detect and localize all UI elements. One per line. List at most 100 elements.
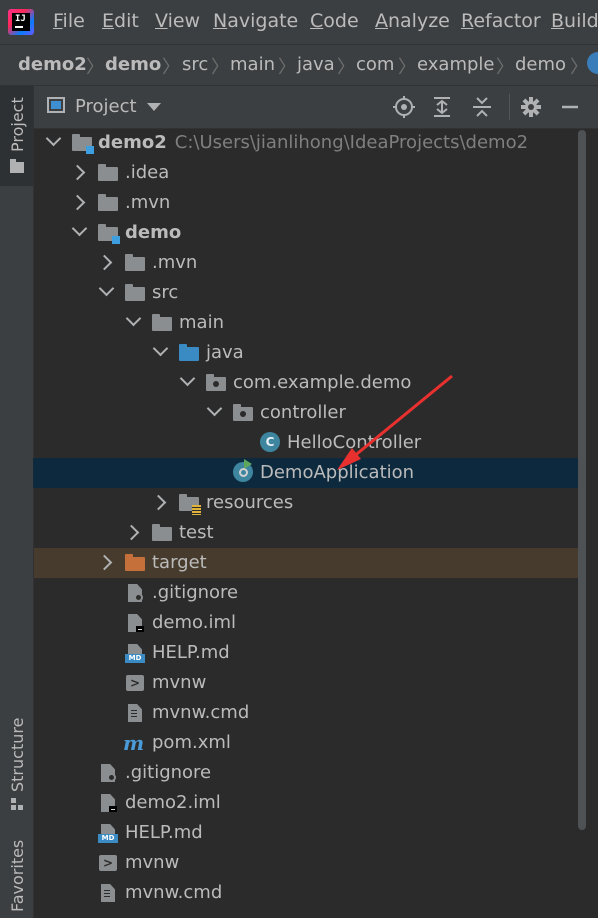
tree-row[interactable]: demo2.iml bbox=[34, 788, 586, 818]
tree-label: target bbox=[152, 552, 207, 573]
tree-row[interactable]: .idea bbox=[34, 158, 586, 188]
structure-icon bbox=[11, 798, 23, 810]
maven-icon: m bbox=[123, 731, 145, 755]
chevron-down-icon[interactable] bbox=[147, 103, 161, 111]
source-folder-icon bbox=[179, 344, 199, 362]
settings-icon[interactable] bbox=[519, 95, 543, 119]
tree-row[interactable]: > mvnw bbox=[34, 848, 586, 878]
tree-row[interactable]: mvnw.cmd bbox=[34, 698, 586, 728]
breadcrumb-separator: 〉 bbox=[570, 57, 588, 78]
tree-label: test bbox=[179, 522, 214, 543]
menu-refactor[interactable]: Refactor bbox=[461, 10, 541, 32]
text-file-icon bbox=[98, 884, 118, 902]
menu-file[interactable]: File bbox=[53, 10, 85, 32]
package-icon bbox=[233, 404, 253, 422]
excluded-folder-icon bbox=[125, 554, 145, 572]
tree-label: demo2 C:\Users\jianlihong\IdeaProjects\de… bbox=[98, 132, 529, 153]
tree-row[interactable]: controller bbox=[34, 398, 586, 428]
iml-file-icon bbox=[98, 794, 118, 812]
tree-row[interactable]: m pom.xml bbox=[34, 728, 586, 758]
breadcrumb-main[interactable]: main bbox=[230, 54, 275, 75]
menu-code[interactable]: Code bbox=[310, 10, 359, 32]
breadcrumb: demo2 〉 demo 〉 src 〉 main 〉 java 〉 com 〉… bbox=[0, 44, 598, 86]
project-path: C:\Users\jianlihong\IdeaProjects\demo2 bbox=[174, 132, 529, 153]
breadcrumb-demo[interactable]: demo bbox=[105, 54, 161, 75]
menu-build[interactable]: Build bbox=[551, 10, 598, 32]
tree-label: demo.iml bbox=[152, 612, 236, 633]
folder-icon bbox=[98, 164, 118, 182]
shell-script-icon: > bbox=[125, 674, 145, 692]
tree-row[interactable]: demo.iml bbox=[34, 608, 586, 638]
tree-label: java bbox=[206, 342, 244, 363]
tree-row-root[interactable]: demo2 C:\Users\jianlihong\IdeaProjects\de… bbox=[34, 128, 586, 158]
menu-edit[interactable]: Edit bbox=[102, 10, 139, 32]
breadcrumb-java[interactable]: java bbox=[297, 54, 335, 75]
tree-row-selected[interactable]: DemoApplication bbox=[33, 458, 586, 488]
expand-all-icon[interactable] bbox=[430, 95, 454, 119]
breadcrumb-demo-package[interactable]: demo bbox=[515, 54, 566, 75]
breadcrumb-separator: 〉 bbox=[278, 57, 296, 78]
favorites-tab-label[interactable]: Favorites bbox=[8, 840, 27, 912]
tree-row[interactable]: mvnw.cmd bbox=[34, 878, 586, 908]
tree-label: controller bbox=[260, 402, 346, 423]
tree-label: demo bbox=[125, 222, 182, 243]
tree-row[interactable]: com.example.demo bbox=[34, 368, 586, 398]
tree-row[interactable]: java bbox=[34, 338, 586, 368]
project-view-icon bbox=[47, 97, 65, 113]
tree-row[interactable]: resources bbox=[34, 488, 586, 518]
tree-row[interactable]: .gitignore bbox=[34, 578, 586, 608]
tree-label: mvnw bbox=[125, 852, 180, 873]
tree-row-excluded[interactable]: target bbox=[34, 548, 586, 578]
tree-row[interactable]: MD HELP.md bbox=[34, 818, 586, 848]
breadcrumb-com[interactable]: com bbox=[356, 54, 394, 75]
collapse-all-icon[interactable] bbox=[470, 95, 494, 119]
minimize-icon[interactable] bbox=[558, 95, 582, 119]
markdown-file-icon: MD bbox=[98, 824, 118, 843]
module-folder-icon bbox=[98, 224, 120, 244]
menu-analyze[interactable]: Analyze bbox=[375, 10, 450, 32]
menu-view[interactable]: View bbox=[155, 10, 200, 32]
breadcrumb-demo2[interactable]: demo2 bbox=[18, 54, 87, 75]
tree-row[interactable]: src bbox=[34, 278, 586, 308]
tree-label: DemoApplication bbox=[260, 462, 415, 483]
breadcrumb-separator: 〉 bbox=[162, 57, 180, 78]
project-tab-label[interactable]: Project bbox=[8, 97, 27, 152]
tree-label: mvnw bbox=[152, 672, 207, 693]
breadcrumb-example[interactable]: example bbox=[417, 54, 494, 75]
project-tree[interactable]: demo2 C:\Users\jianlihong\IdeaProjects\de… bbox=[33, 128, 586, 918]
tree-row[interactable]: MD HELP.md bbox=[34, 638, 586, 668]
intellij-logo-icon[interactable]: IJ bbox=[8, 9, 34, 35]
breadcrumb-src[interactable]: src bbox=[182, 54, 208, 75]
tree-row[interactable]: .gitignore bbox=[34, 758, 586, 788]
tree-label: com.example.demo bbox=[233, 372, 412, 393]
tree-row[interactable]: main bbox=[34, 308, 586, 338]
folder-icon bbox=[10, 159, 24, 173]
project-view-title[interactable]: Project bbox=[75, 96, 137, 117]
resources-folder-icon bbox=[179, 494, 201, 515]
breadcrumb-separator: 〉 bbox=[86, 57, 104, 78]
tree-label: HELP.md bbox=[152, 642, 230, 663]
tree-label: HelloController bbox=[287, 432, 422, 453]
folder-icon bbox=[152, 524, 172, 542]
locate-icon[interactable] bbox=[392, 95, 416, 119]
tree-row[interactable]: test bbox=[34, 518, 586, 548]
tree-label: HELP.md bbox=[125, 822, 203, 843]
tree-row[interactable]: C HelloController bbox=[34, 428, 586, 458]
text-file-icon bbox=[125, 704, 145, 722]
markdown-file-icon: MD bbox=[125, 644, 145, 663]
iml-file-icon bbox=[125, 614, 145, 632]
menu-navigate[interactable]: Navigate bbox=[213, 10, 298, 32]
tree-row[interactable]: > mvnw bbox=[34, 668, 586, 698]
tree-label: mvnw.cmd bbox=[125, 882, 223, 903]
tree-label: pom.xml bbox=[152, 732, 231, 753]
tree-row[interactable]: .mvn bbox=[34, 188, 586, 218]
java-class-icon: C bbox=[260, 432, 280, 452]
folder-icon bbox=[125, 254, 145, 272]
structure-tab-label[interactable]: Structure bbox=[8, 718, 27, 792]
tree-row[interactable]: demo bbox=[34, 218, 586, 248]
vertical-scrollbar[interactable] bbox=[578, 130, 586, 830]
tree-row[interactable]: .mvn bbox=[34, 248, 586, 278]
tree-label: demo2.iml bbox=[125, 792, 221, 813]
breadcrumb-separator: 〉 bbox=[337, 57, 355, 78]
project-panel-header: Project bbox=[34, 86, 598, 129]
